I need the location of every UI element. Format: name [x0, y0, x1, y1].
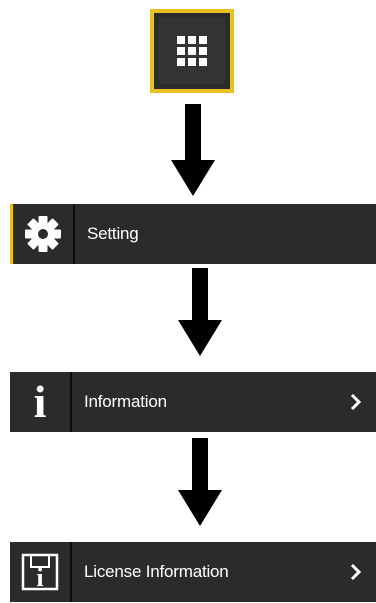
svg-text:i: i — [36, 563, 43, 592]
menu-item-label: License Information — [84, 562, 229, 581]
menu-item-license-information[interactable]: i License Information — [10, 542, 376, 602]
license-document-icon: i — [10, 542, 72, 602]
down-arrow-icon — [178, 438, 222, 526]
info-icon: i — [10, 372, 72, 432]
menu-item-label: Information — [84, 392, 167, 411]
apps-grid-button[interactable] — [150, 9, 234, 93]
down-arrow-icon — [178, 268, 222, 356]
apps-grid-icon — [159, 18, 225, 84]
chevron-right-icon — [336, 562, 376, 582]
menu-item-information[interactable]: i Information — [10, 372, 376, 432]
chevron-right-icon — [336, 392, 376, 412]
menu-item-label: Setting — [87, 224, 139, 243]
down-arrow-icon — [171, 104, 215, 196]
menu-item-setting[interactable]: Setting — [10, 204, 376, 264]
gear-icon — [13, 204, 75, 264]
